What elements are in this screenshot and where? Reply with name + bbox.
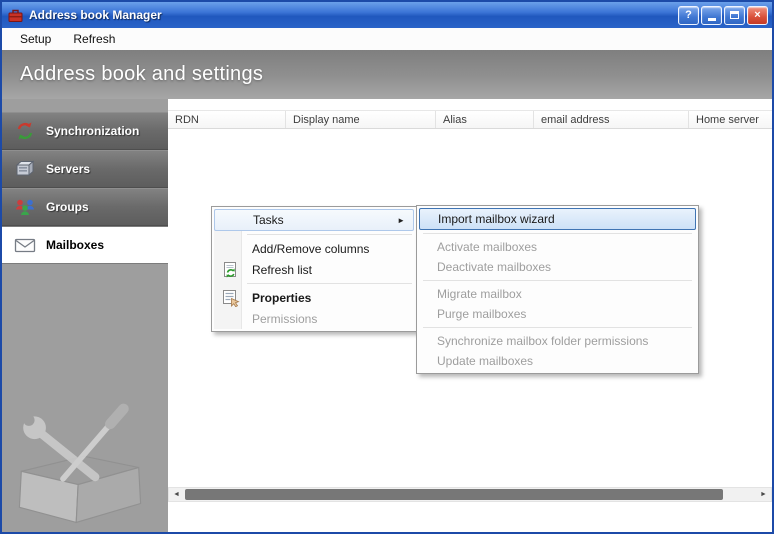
menubar: Setup Refresh bbox=[2, 28, 772, 50]
maximize-button[interactable] bbox=[724, 6, 745, 25]
refresh-icon bbox=[221, 260, 240, 279]
submenu-item-purge-mailboxes[interactable]: Purge mailboxes bbox=[419, 304, 696, 324]
submenu-item-migrate-mailbox[interactable]: Migrate mailbox bbox=[419, 284, 696, 304]
horizontal-scrollbar: ◄ ► bbox=[168, 487, 772, 502]
menu-separator bbox=[423, 280, 692, 281]
app-icon bbox=[7, 7, 24, 24]
window-title: Address book Manager bbox=[29, 8, 678, 22]
column-header-rdn[interactable]: RDN bbox=[168, 111, 286, 128]
sidebar-item-label: Groups bbox=[46, 200, 89, 214]
servers-icon bbox=[13, 157, 37, 181]
menu-refresh[interactable]: Refresh bbox=[62, 29, 126, 49]
submenu-arrow-icon: ► bbox=[397, 216, 405, 225]
scrollbar-thumb[interactable] bbox=[185, 489, 723, 500]
scroll-right-arrow[interactable]: ► bbox=[756, 488, 771, 501]
window-controls: ? × bbox=[678, 6, 768, 25]
menu-setup[interactable]: Setup bbox=[9, 29, 62, 49]
menu-item-properties[interactable]: Properties bbox=[214, 287, 414, 308]
menu-item-permissions[interactable]: Permissions bbox=[214, 308, 414, 329]
submenu-item-update-mailboxes[interactable]: Update mailboxes bbox=[419, 351, 696, 371]
scroll-left-arrow[interactable]: ◄ bbox=[169, 488, 184, 501]
menu-item-add-remove-columns[interactable]: Add/Remove columns bbox=[214, 238, 414, 259]
page-title: Address book and settings bbox=[20, 63, 263, 86]
submenu-item-import-mailbox-wizard[interactable]: Import mailbox wizard bbox=[419, 208, 696, 230]
minimize-button[interactable] bbox=[701, 6, 722, 25]
column-header-display-name[interactable]: Display name bbox=[286, 111, 436, 128]
menu-item-tasks[interactable]: Tasks ► bbox=[214, 209, 414, 231]
sidebar-item-groups[interactable]: Groups bbox=[2, 188, 168, 226]
groups-icon bbox=[13, 195, 37, 219]
sync-icon bbox=[13, 119, 37, 143]
menu-item-refresh-list[interactable]: Refresh list bbox=[214, 259, 414, 280]
list-header: RDN Display name Alias email address Hom… bbox=[168, 110, 772, 129]
submenu-item-deactivate-mailboxes[interactable]: Deactivate mailboxes bbox=[419, 257, 696, 277]
sidebar-item-label: Servers bbox=[46, 162, 90, 176]
scrollbar-track[interactable] bbox=[184, 488, 756, 501]
sidebar-item-mailboxes[interactable]: Mailboxes bbox=[2, 226, 168, 264]
sidebar: Synchronization Servers bbox=[2, 99, 168, 532]
sidebar-item-label: Mailboxes bbox=[46, 238, 104, 252]
sidebar-item-label: Synchronization bbox=[46, 124, 139, 138]
column-header-email-address[interactable]: email address bbox=[534, 111, 689, 128]
sidebar-item-synchronization[interactable]: Synchronization bbox=[2, 112, 168, 150]
submenu-item-activate-mailboxes[interactable]: Activate mailboxes bbox=[419, 237, 696, 257]
submenu-item-synchronize-mailbox-folder-permissions[interactable]: Synchronize mailbox folder permissions bbox=[419, 331, 696, 351]
close-button[interactable]: × bbox=[747, 6, 768, 25]
properties-icon bbox=[221, 288, 240, 307]
mailboxes-icon bbox=[13, 233, 37, 257]
app-window: Address book Manager ? × Setup Refresh A… bbox=[0, 0, 774, 534]
menu-separator bbox=[247, 234, 412, 235]
tasks-submenu: Import mailbox wizard Activate mailboxes… bbox=[416, 205, 699, 374]
menu-separator bbox=[423, 233, 692, 234]
toolbox-watermark bbox=[4, 388, 156, 530]
menu-separator bbox=[423, 327, 692, 328]
context-menu: Tasks ► Add/Remove columns Refresh list bbox=[211, 206, 417, 332]
column-header-home-server[interactable]: Home server bbox=[689, 111, 772, 128]
menu-separator bbox=[247, 283, 412, 284]
maximize-icon bbox=[730, 11, 739, 19]
titlebar: Address book Manager ? × bbox=[2, 2, 772, 28]
help-button[interactable]: ? bbox=[678, 6, 699, 25]
minimize-icon bbox=[708, 18, 716, 21]
sidebar-item-servers[interactable]: Servers bbox=[2, 150, 168, 188]
banner: Address book and settings bbox=[2, 50, 772, 99]
column-header-alias[interactable]: Alias bbox=[436, 111, 534, 128]
sidebar-spacer bbox=[2, 99, 168, 112]
